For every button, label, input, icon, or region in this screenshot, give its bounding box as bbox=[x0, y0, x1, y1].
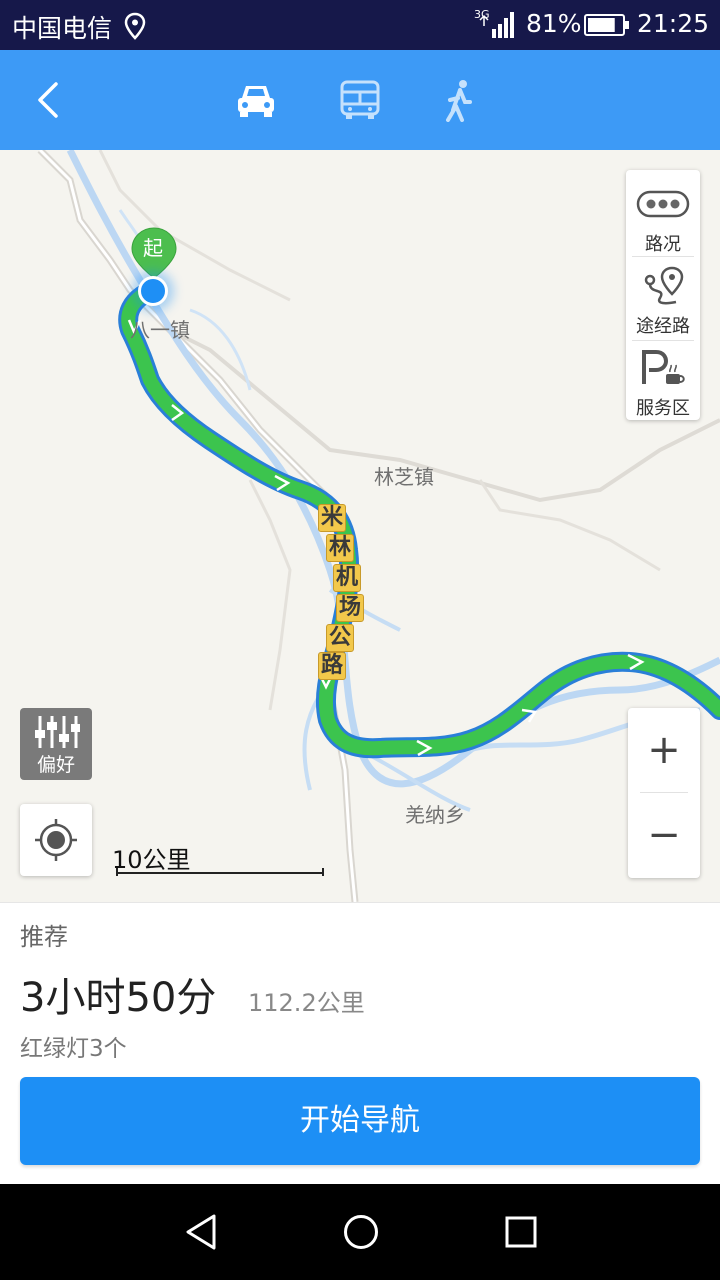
traffic-toggle[interactable]: 路况 bbox=[626, 178, 700, 260]
traffic-icon bbox=[636, 190, 690, 218]
preference-label: 偏好 bbox=[36, 754, 75, 776]
service-area-label: 服务区 bbox=[636, 398, 690, 419]
system-nav-bar bbox=[0, 1184, 720, 1280]
map-view[interactable]: 八一镇 林芝镇 羌纳乡 米 林 机 场 公 路 起 路况 途经路 服务区 偏好 … bbox=[0, 150, 720, 902]
status-bar: 中国电信 3G 81% 21:25 bbox=[0, 0, 720, 50]
route-distance: 112.2公里 bbox=[248, 989, 365, 1017]
walk-icon[interactable] bbox=[438, 78, 482, 122]
signal-icon bbox=[479, 12, 514, 38]
back-triangle-icon[interactable] bbox=[184, 1214, 218, 1250]
road-name-char: 路 bbox=[318, 652, 346, 680]
zoom-in-button[interactable]: + bbox=[628, 708, 700, 792]
route-tag: 推荐 bbox=[20, 923, 68, 951]
scale-label: 10公里 bbox=[112, 846, 191, 874]
road-name-char: 机 bbox=[333, 564, 361, 592]
scale-tick bbox=[116, 868, 118, 876]
traffic-label: 路况 bbox=[645, 234, 681, 255]
waypoint-button[interactable]: 途经路 bbox=[626, 260, 700, 342]
parking-cafe-icon bbox=[642, 350, 685, 384]
map-scale: 10公里 bbox=[112, 840, 328, 880]
location-icon bbox=[124, 12, 146, 40]
route-duration: 3小时50分 bbox=[20, 975, 217, 1021]
back-arrow-icon[interactable] bbox=[30, 80, 70, 120]
road-name-char: 米 bbox=[318, 504, 346, 532]
locate-icon bbox=[35, 819, 77, 861]
divider bbox=[632, 256, 694, 257]
preference-button[interactable]: 偏好 bbox=[20, 708, 92, 780]
divider bbox=[632, 340, 694, 341]
car-icon[interactable] bbox=[234, 78, 278, 122]
traffic-light-count: 红绿灯3个 bbox=[20, 1036, 127, 1062]
bus-icon[interactable] bbox=[338, 78, 382, 122]
home-circle-icon[interactable] bbox=[343, 1214, 379, 1250]
service-area-button[interactable]: 服务区 bbox=[626, 342, 700, 424]
battery-icon bbox=[584, 14, 629, 36]
map-controls-panel: 路况 途经路 服务区 bbox=[626, 170, 700, 420]
place-label-qiangna: 羌纳乡 bbox=[405, 803, 465, 827]
clock: 21:25 bbox=[637, 9, 710, 38]
transport-mode-bar bbox=[0, 50, 720, 150]
locate-me-button[interactable] bbox=[20, 804, 92, 876]
map-base bbox=[37, 150, 720, 902]
place-label-bayi: 八一镇 bbox=[130, 318, 190, 342]
place-label-linzhi: 林芝镇 bbox=[374, 465, 434, 489]
current-location-dot bbox=[138, 276, 168, 306]
road-name-char: 公 bbox=[326, 624, 354, 652]
route-summary-panel[interactable]: 推荐 3小时50分 112.2公里 红绿灯3个 开始导航 bbox=[0, 902, 720, 1184]
battery-percent: 81% bbox=[526, 9, 582, 38]
zoom-controls: + − bbox=[628, 708, 700, 878]
start-marker-label: 起 bbox=[143, 236, 163, 260]
recent-apps-square-icon[interactable] bbox=[505, 1216, 537, 1248]
carrier-name: 中国电信 bbox=[12, 14, 113, 43]
road-name-char: 林 bbox=[326, 534, 354, 562]
waypoint-label: 途经路 bbox=[636, 316, 690, 337]
sliders-icon bbox=[35, 716, 80, 748]
scale-bar bbox=[116, 872, 324, 874]
road-name-char: 场 bbox=[336, 594, 364, 622]
scale-tick bbox=[322, 868, 324, 876]
start-navigation-button[interactable]: 开始导航 bbox=[20, 1077, 700, 1165]
waypoint-route-icon bbox=[644, 266, 684, 305]
zoom-out-button[interactable]: − bbox=[628, 793, 700, 877]
